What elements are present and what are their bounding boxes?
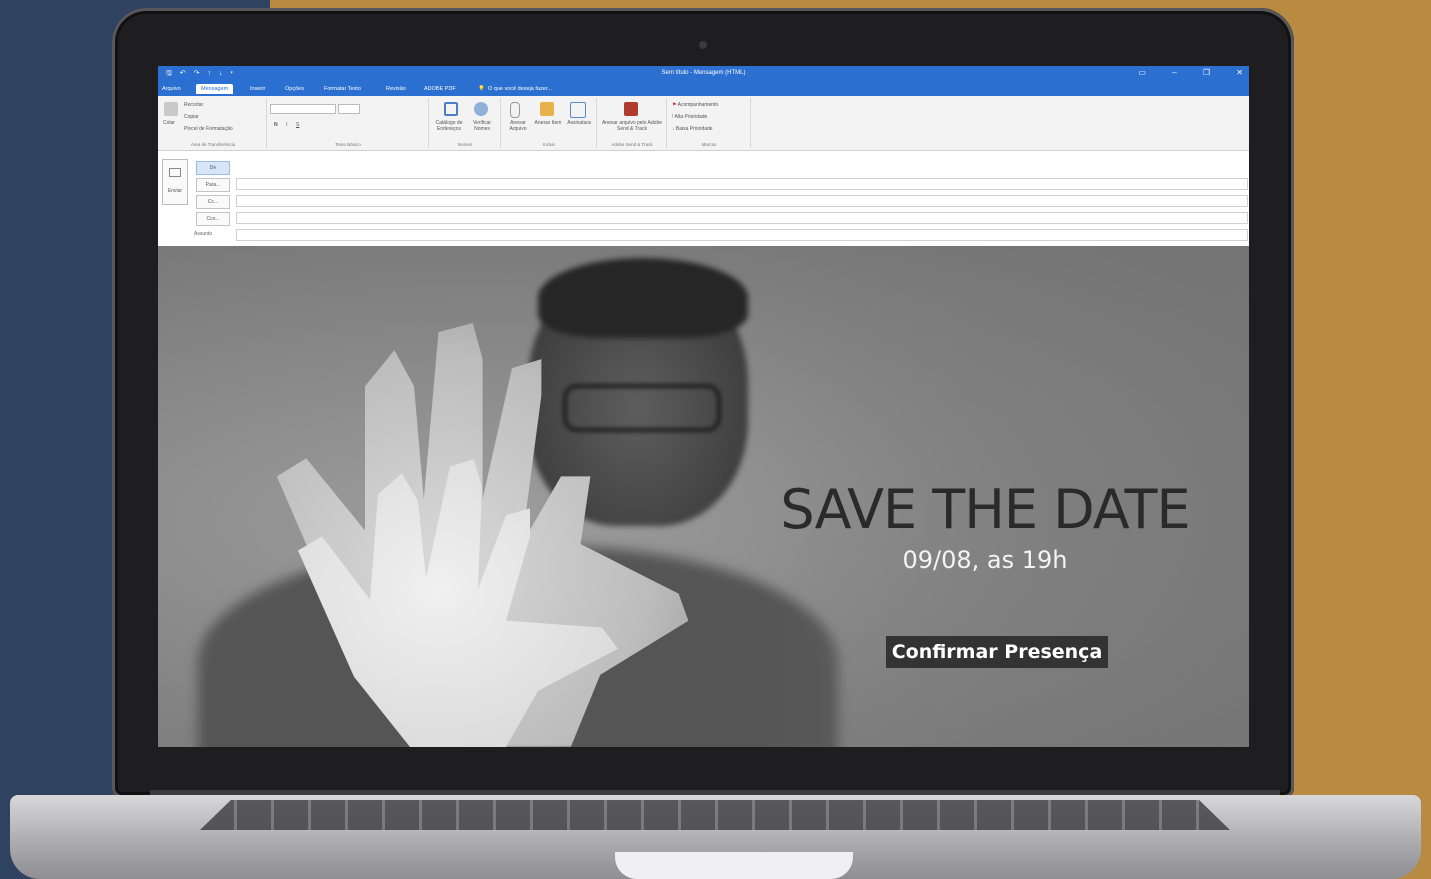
subject-label: Assunto — [194, 231, 213, 237]
bcc-button[interactable]: Cco... — [196, 212, 230, 226]
italic-button[interactable]: I — [286, 122, 287, 128]
event-datetime: 09/08, as 19h — [902, 546, 1068, 574]
paste-button[interactable]: Colar — [163, 120, 175, 126]
group-label: Incluir — [542, 142, 555, 147]
laptop-keyboard — [200, 800, 1230, 830]
font-name-select[interactable] — [270, 104, 336, 114]
send-icon — [169, 168, 181, 177]
subject-field[interactable] — [236, 229, 1248, 241]
lightbulb-icon: 💡 — [478, 86, 485, 92]
group-names: Catálogo de Endereços Verificar Nomes No… — [430, 98, 501, 148]
email-body-image: SAVE THE DATE 09/08, as 19h Confirmar Pr… — [158, 246, 1249, 747]
from-button[interactable]: De — [196, 161, 230, 175]
cc-field[interactable] — [236, 195, 1248, 207]
window-titlebar: 🖫 ↶ ↷ ↑ ↓ ▾ Sem título - Mensagem (HTML)… — [158, 66, 1249, 82]
group-tags: ⚑ Acompanhamento ! Alta Prioridade ↓ Bai… — [668, 98, 751, 148]
group-adobe-send-track: Anexar arquivo pelo Adobe Send & Track A… — [598, 98, 667, 148]
follow-up-button[interactable]: ⚑ Acompanhamento — [672, 102, 718, 108]
high-priority-label: Alta Prioridade — [674, 114, 708, 120]
tab-arquivo[interactable]: Arquivo — [162, 86, 181, 92]
group-label: Texto Básico — [335, 142, 361, 147]
confirm-attendance-button[interactable]: Confirmar Presença — [886, 636, 1108, 668]
tell-me-search[interactable]: O que você deseja fazer... — [488, 86, 552, 92]
low-priority-button[interactable]: ↓ Baixa Prioridade — [672, 126, 713, 132]
group-clipboard: Colar Recortar Copiar Pincel de Formataç… — [160, 98, 267, 148]
envelope-icon[interactable] — [540, 102, 554, 116]
ribbon: Colar Recortar Copiar Pincel de Formataç… — [158, 96, 1249, 151]
send-button[interactable]: Enviar — [162, 159, 188, 205]
check-names-icon[interactable] — [474, 102, 488, 116]
address-book-icon[interactable] — [444, 102, 458, 116]
font-size-select[interactable] — [338, 104, 360, 114]
format-painter-button[interactable]: Pincel de Formatação — [184, 126, 233, 132]
tab-opcoes[interactable]: Opções — [285, 86, 304, 92]
tab-adobe-pdf[interactable]: ADOBE PDF — [424, 86, 456, 92]
group-include: Anexar Arquivo Anexar Item Assinatura In… — [502, 98, 597, 148]
window-controls: ▭ – ❐ ✕ — [1114, 68, 1243, 77]
close-icon[interactable]: ✕ — [1236, 68, 1243, 77]
minimize-icon[interactable]: – — [1172, 68, 1176, 77]
attach-adobe-button[interactable]: Anexar arquivo pelo Adobe Send & Track — [600, 120, 664, 132]
attach-file-button[interactable]: Anexar Arquivo — [504, 120, 532, 132]
tab-formatar-texto[interactable]: Formatar Texto — [324, 86, 361, 92]
adobe-send-icon[interactable] — [624, 102, 638, 116]
check-names-button[interactable]: Verificar Nomes — [468, 120, 496, 132]
window-title: Sem título - Mensagem (HTML) — [661, 70, 746, 76]
camera-icon — [699, 41, 707, 49]
copy-button[interactable]: Copiar — [184, 114, 199, 120]
underline-button[interactable]: S — [296, 122, 299, 128]
to-field[interactable] — [236, 178, 1248, 190]
restore-icon[interactable]: ❐ — [1203, 68, 1210, 77]
to-button[interactable]: Para... — [196, 178, 230, 192]
save-the-date-headline: SAVE THE DATE — [780, 478, 1190, 541]
tab-mensagem[interactable]: Mensagem — [196, 84, 234, 94]
group-label: Área de Transferência — [190, 142, 236, 147]
group-label: Marcas — [701, 142, 717, 147]
tab-revisao[interactable]: Revisão — [386, 86, 406, 92]
laptop-screen: 🖫 ↶ ↷ ↑ ↓ ▾ Sem título - Mensagem (HTML)… — [158, 66, 1249, 747]
laptop-notch — [615, 852, 853, 879]
high-priority-button[interactable]: ! Alta Prioridade — [672, 114, 707, 120]
signature-icon[interactable] — [570, 102, 586, 118]
bold-button[interactable]: N — [274, 122, 278, 128]
follow-up-label: Acompanhamento — [677, 102, 719, 108]
ribbon-tabs: Arquivo Mensagem Inserir Opções Formatar… — [158, 82, 1249, 96]
address-book-button[interactable]: Catálogo de Endereços — [432, 120, 466, 132]
bcc-field[interactable] — [236, 212, 1248, 224]
send-label: Enviar — [167, 188, 183, 194]
group-label: Adobe Send & Track — [611, 142, 653, 147]
cc-button[interactable]: Cc... — [196, 195, 230, 209]
low-priority-label: Baixa Prioridade — [675, 126, 713, 132]
paste-icon[interactable] — [164, 102, 178, 116]
paperclip-icon[interactable] — [510, 102, 520, 118]
group-basic-text: N I S Texto Básico — [268, 98, 429, 148]
ribbon-display-icon[interactable]: ▭ — [1138, 68, 1146, 77]
signature-button[interactable]: Assinatura — [564, 120, 594, 126]
cut-button[interactable]: Recortar — [184, 102, 203, 108]
group-label: Nomes — [457, 142, 473, 147]
attach-item-button[interactable]: Anexar Item — [534, 120, 562, 126]
compose-header: Enviar De Para... Cc... Cco... Assunto — [158, 151, 1249, 246]
tab-inserir[interactable]: Inserir — [250, 86, 265, 92]
